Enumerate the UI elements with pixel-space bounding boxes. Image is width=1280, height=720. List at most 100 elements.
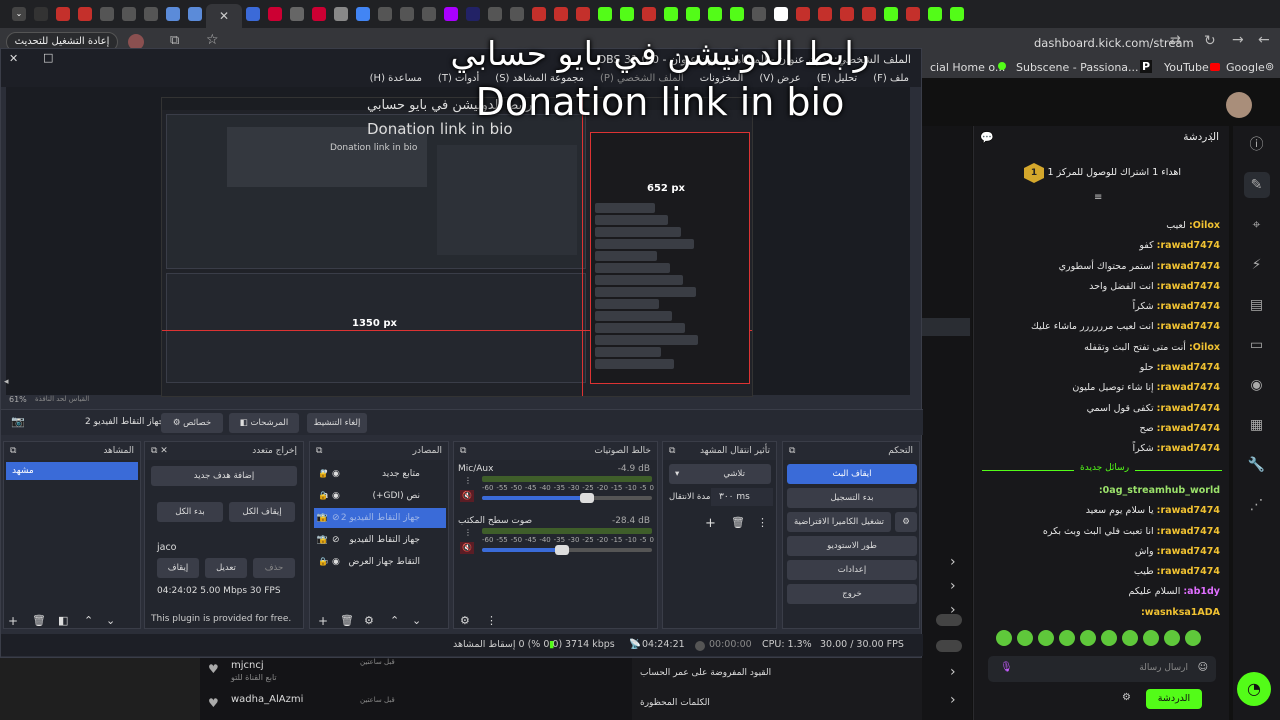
tab-icon[interactable] bbox=[268, 7, 282, 21]
chat-username[interactable]: rawad7474: bbox=[1157, 301, 1220, 312]
lock-icon[interactable]: 🔒 bbox=[318, 464, 328, 484]
tab-youtube-icon[interactable] bbox=[78, 7, 92, 21]
add-target-button[interactable]: إضافة هدف جديد bbox=[151, 466, 297, 486]
chat-username[interactable]: 0ag_streamhub_world: bbox=[1099, 485, 1220, 496]
collapse-handle-icon[interactable]: ≡ bbox=[1094, 192, 1102, 203]
lightning-icon[interactable]: ⚡ bbox=[1244, 252, 1270, 278]
back-icon[interactable]: ← bbox=[1258, 32, 1270, 48]
exit-button[interactable]: خروج bbox=[787, 584, 917, 604]
chat-username[interactable]: rawad7474: bbox=[1157, 526, 1220, 537]
remove-transition-icon[interactable]: 🗑 bbox=[731, 516, 745, 529]
chat-username[interactable]: rawad7474: bbox=[1157, 423, 1220, 434]
account-age-setting[interactable]: القيود المفروضة على عمر الحساب bbox=[640, 668, 771, 678]
tab-icon[interactable] bbox=[290, 7, 304, 21]
share-icon[interactable]: ⋰ bbox=[1244, 492, 1270, 518]
emote-icon[interactable] bbox=[1038, 630, 1054, 646]
sidebar-icon[interactable]: ⧉ bbox=[170, 33, 179, 48]
source-settings-icon[interactable]: ⚙ bbox=[364, 614, 374, 627]
chat-input[interactable]: ارسال رسالة 🎙 ☺ bbox=[988, 656, 1216, 682]
filters-button[interactable]: ◧ المرشحات bbox=[229, 413, 299, 433]
emote-icon[interactable] bbox=[1017, 630, 1033, 646]
deactivate-button[interactable]: إلغاء التنشيط bbox=[307, 413, 367, 433]
tab-google-icon[interactable] bbox=[356, 7, 370, 21]
tab-youtube-icon[interactable] bbox=[576, 7, 590, 21]
tab-youtube-icon[interactable] bbox=[56, 7, 70, 21]
translate-icon[interactable]: ⇄ bbox=[1170, 33, 1181, 48]
emoji-icon[interactable]: ☺ bbox=[1198, 662, 1208, 673]
tab-search-icon[interactable]: ⌄ bbox=[12, 7, 26, 21]
dock-close-icon[interactable]: ✕ ⧉ bbox=[151, 442, 168, 460]
stop-streaming-button[interactable]: ايقاف البث bbox=[787, 464, 917, 484]
source-item[interactable]: 📷 جهاز التقاط الفيديو 2 ⊘ 🔒 bbox=[314, 508, 446, 528]
tab-youtube-icon[interactable] bbox=[642, 7, 656, 21]
tab-icon[interactable] bbox=[246, 7, 260, 21]
pinned-message[interactable]: اهداء 1 اشتراك للوصول للمركز 1 bbox=[1048, 167, 1181, 178]
tab-kick-icon[interactable] bbox=[686, 7, 700, 21]
dock-undock-icon[interactable]: ⧉ bbox=[460, 442, 466, 460]
chat-username[interactable]: rawad7474: bbox=[1157, 281, 1220, 292]
visibility-icon[interactable]: ⊘ bbox=[332, 530, 340, 550]
heart-icon[interactable]: ♥ bbox=[208, 696, 219, 710]
emote-icon[interactable] bbox=[1164, 630, 1180, 646]
visibility-icon[interactable]: ◉ bbox=[332, 552, 340, 572]
move-up-icon[interactable]: ⌃ bbox=[84, 614, 93, 627]
target-edit-button[interactable]: تعديل bbox=[205, 558, 247, 578]
chevron-right-icon[interactable]: › bbox=[950, 554, 956, 570]
remove-source-icon[interactable]: 🗑 bbox=[340, 614, 354, 627]
move-down-icon[interactable]: ⌄ bbox=[106, 614, 115, 627]
volume-slider-handle[interactable] bbox=[554, 545, 569, 555]
volume-slider-handle[interactable] bbox=[580, 493, 595, 503]
mic-icon[interactable]: 🎙 bbox=[1000, 662, 1013, 673]
tab-youtube-icon[interactable] bbox=[796, 7, 810, 21]
banned-words-setting[interactable]: الكلمات المحظورة bbox=[640, 698, 710, 708]
channel-options-icon[interactable]: ⋮ bbox=[464, 476, 472, 485]
tab-youtube-icon[interactable] bbox=[532, 7, 546, 21]
target-stop-button[interactable]: إيقاف bbox=[157, 558, 199, 578]
edit-icon[interactable]: ✎ bbox=[1243, 172, 1270, 198]
visibility-icon[interactable]: ◉ bbox=[332, 464, 340, 484]
lock-icon[interactable]: 🔒 bbox=[318, 530, 328, 550]
forward-icon[interactable]: → bbox=[1232, 32, 1244, 48]
bookmark-star-icon[interactable]: ☆ bbox=[206, 32, 219, 48]
channel-options-icon[interactable]: ⋮ bbox=[464, 528, 472, 537]
remove-scene-icon[interactable]: 🗑 bbox=[32, 614, 46, 627]
chat-username[interactable]: rawad7474: bbox=[1157, 240, 1220, 251]
chat-username[interactable]: rawad7474: bbox=[1157, 362, 1220, 373]
settings-button[interactable]: إعدادات bbox=[787, 560, 917, 580]
source-item[interactable]: 📷 جهاز التقاط الفيديو ⊘ 🔒 bbox=[314, 530, 446, 550]
broadcast-icon[interactable]: ◉ bbox=[1244, 372, 1270, 398]
tab-icon[interactable] bbox=[34, 7, 48, 21]
chevron-right-icon[interactable]: › bbox=[950, 578, 956, 594]
user-avatar[interactable] bbox=[1226, 92, 1252, 118]
more-options-icon[interactable]: ⋮ bbox=[757, 516, 768, 529]
stop-all-button[interactable]: إيقاف الكل bbox=[229, 502, 295, 522]
tab-steam-icon[interactable] bbox=[188, 7, 202, 21]
tab-youtube-icon[interactable] bbox=[818, 7, 832, 21]
tab-kick-icon[interactable] bbox=[708, 7, 722, 21]
toggle-switch[interactable] bbox=[936, 614, 962, 626]
active-tab-close-icon[interactable]: ✕ bbox=[206, 4, 242, 28]
tab-icon[interactable] bbox=[100, 7, 114, 21]
tab-icon[interactable] bbox=[400, 7, 414, 21]
volume-slider[interactable] bbox=[482, 545, 652, 555]
scene-filters-icon[interactable]: ◧ bbox=[58, 614, 68, 627]
obs-maximize-icon[interactable]: □ bbox=[43, 51, 53, 64]
tab-steam-icon[interactable] bbox=[166, 7, 180, 21]
emote-icon[interactable] bbox=[1080, 630, 1096, 646]
tab-kick-icon[interactable] bbox=[884, 7, 898, 21]
chat-username[interactable]: rawad7474: bbox=[1157, 443, 1220, 454]
tab-youtube-icon[interactable] bbox=[554, 7, 568, 21]
emote-icon[interactable] bbox=[1101, 630, 1117, 646]
emote-icon[interactable] bbox=[1185, 630, 1201, 646]
chat-username[interactable]: Oilox: bbox=[1189, 220, 1220, 231]
settings-icon[interactable]: ⚙ bbox=[1122, 692, 1131, 703]
reload-icon[interactable]: ↻ bbox=[1204, 33, 1216, 49]
add-source-icon[interactable]: + bbox=[318, 614, 328, 628]
tab-icon[interactable] bbox=[378, 7, 392, 21]
visibility-icon[interactable]: ◉ bbox=[332, 486, 340, 506]
source-item[interactable]: ♥ متابع جديد ◉ 🔒 bbox=[314, 464, 446, 484]
chat-username[interactable]: rawad7474: bbox=[1157, 321, 1220, 332]
bookmark-youtube[interactable]: YouTube bbox=[1164, 61, 1209, 74]
tab-github-icon[interactable] bbox=[774, 7, 788, 21]
chat-username[interactable]: wasnksa1ADA: bbox=[1141, 607, 1220, 618]
